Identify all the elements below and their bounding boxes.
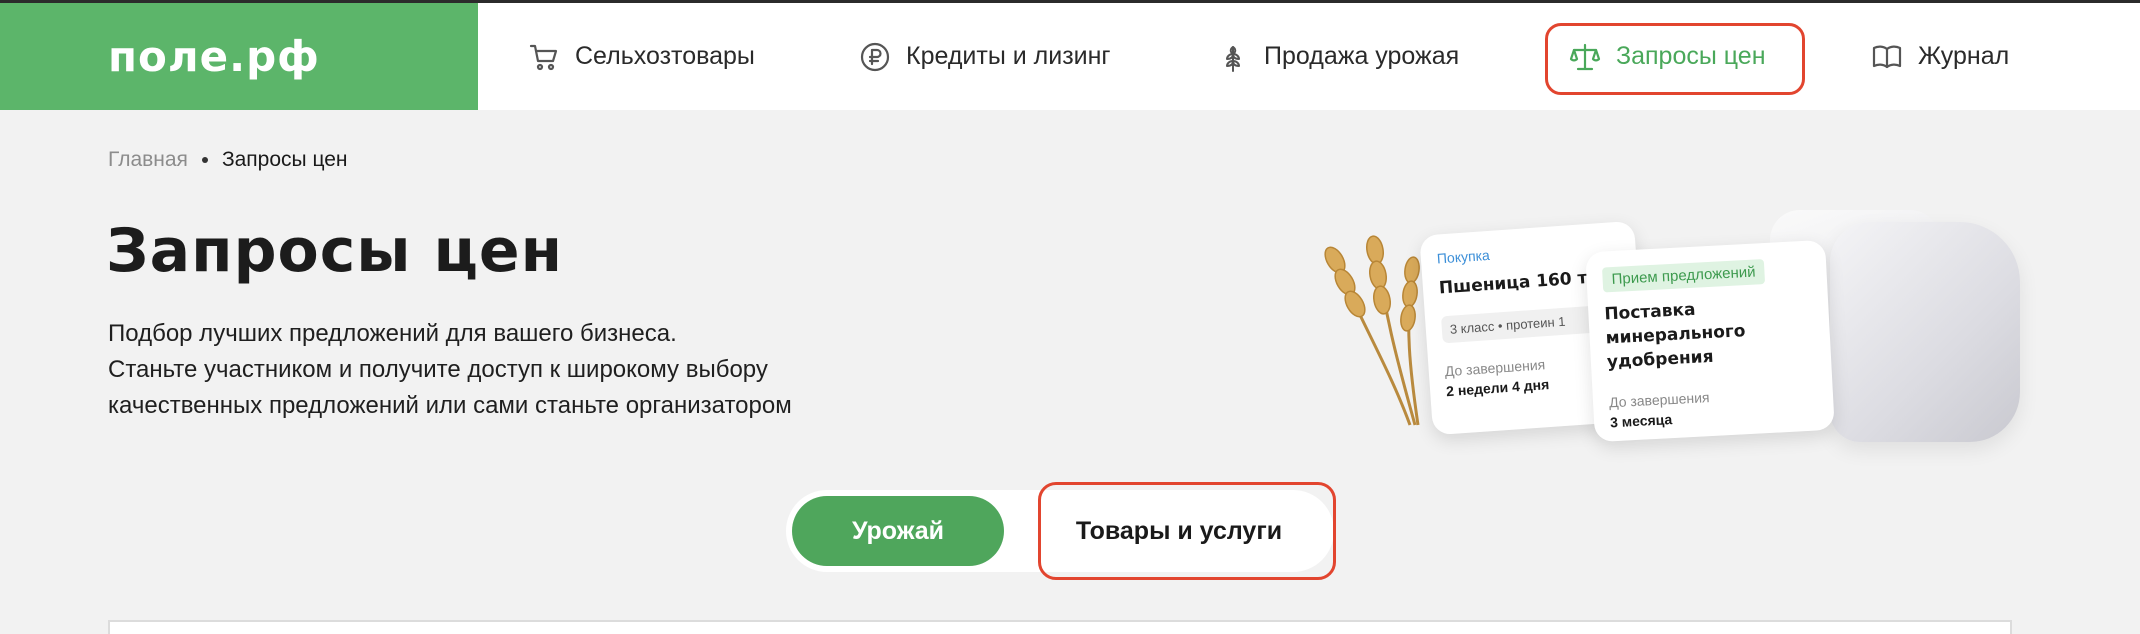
breadcrumb: Главная Запросы цен (108, 148, 348, 172)
book-icon (1870, 40, 1904, 74)
hero-illustration: Покупка Пшеница 160 т 3 класс • протеин … (1300, 210, 2020, 450)
nav-item-label: Продажа урожая (1264, 42, 1460, 70)
site-logo[interactable]: поле.рф (108, 32, 320, 81)
breadcrumb-current: Запросы цен (221, 148, 348, 171)
breadcrumb-home-link[interactable]: Главная (108, 148, 188, 172)
cart-icon (527, 40, 561, 74)
page-description: Подбор лучших предложений для вашего биз… (108, 316, 928, 424)
description-line: качественных предложений или сами станьт… (108, 392, 792, 419)
nav-item-harvest-sale[interactable]: Продажа урожая (1216, 3, 1459, 110)
ruble-icon (858, 40, 892, 74)
content-panel (108, 620, 2012, 634)
nav-item-label: Журнал (1918, 42, 2010, 70)
sack-illustration (1830, 222, 2020, 442)
nav-item-credits[interactable]: Кредиты и лизинг (858, 3, 1111, 110)
toggle-highlight (1038, 482, 1336, 580)
card-title: Поставка минерального удобрения (1603, 299, 1746, 373)
site-header: поле.рф Сельхозтовары Кредиты и лизинг П… (0, 3, 2140, 110)
wheat-icon (1216, 40, 1250, 74)
nav-item-agro-goods[interactable]: Сельхозтовары (527, 3, 755, 110)
offer-card: Прием предложений Поставка минерального … (1585, 239, 1835, 443)
nav-item-label: Кредиты и лизинг (906, 42, 1111, 70)
nav-item-label: Сельхозтовары (575, 42, 755, 70)
description-line: Подбор лучших предложений для вашего биз… (108, 320, 677, 347)
description-line: Станьте участником и получите доступ к ш… (108, 356, 768, 383)
logo-block[interactable]: поле.рф (0, 3, 478, 110)
page-title: Запросы цен (106, 216, 564, 286)
tab-harvest[interactable]: Урожай (792, 496, 1004, 566)
nav-item-journal[interactable]: Журнал (1870, 3, 2009, 110)
card-tag: Прием предложений (1602, 259, 1766, 293)
active-nav-highlight (1545, 23, 1805, 95)
breadcrumb-separator (201, 157, 208, 163)
